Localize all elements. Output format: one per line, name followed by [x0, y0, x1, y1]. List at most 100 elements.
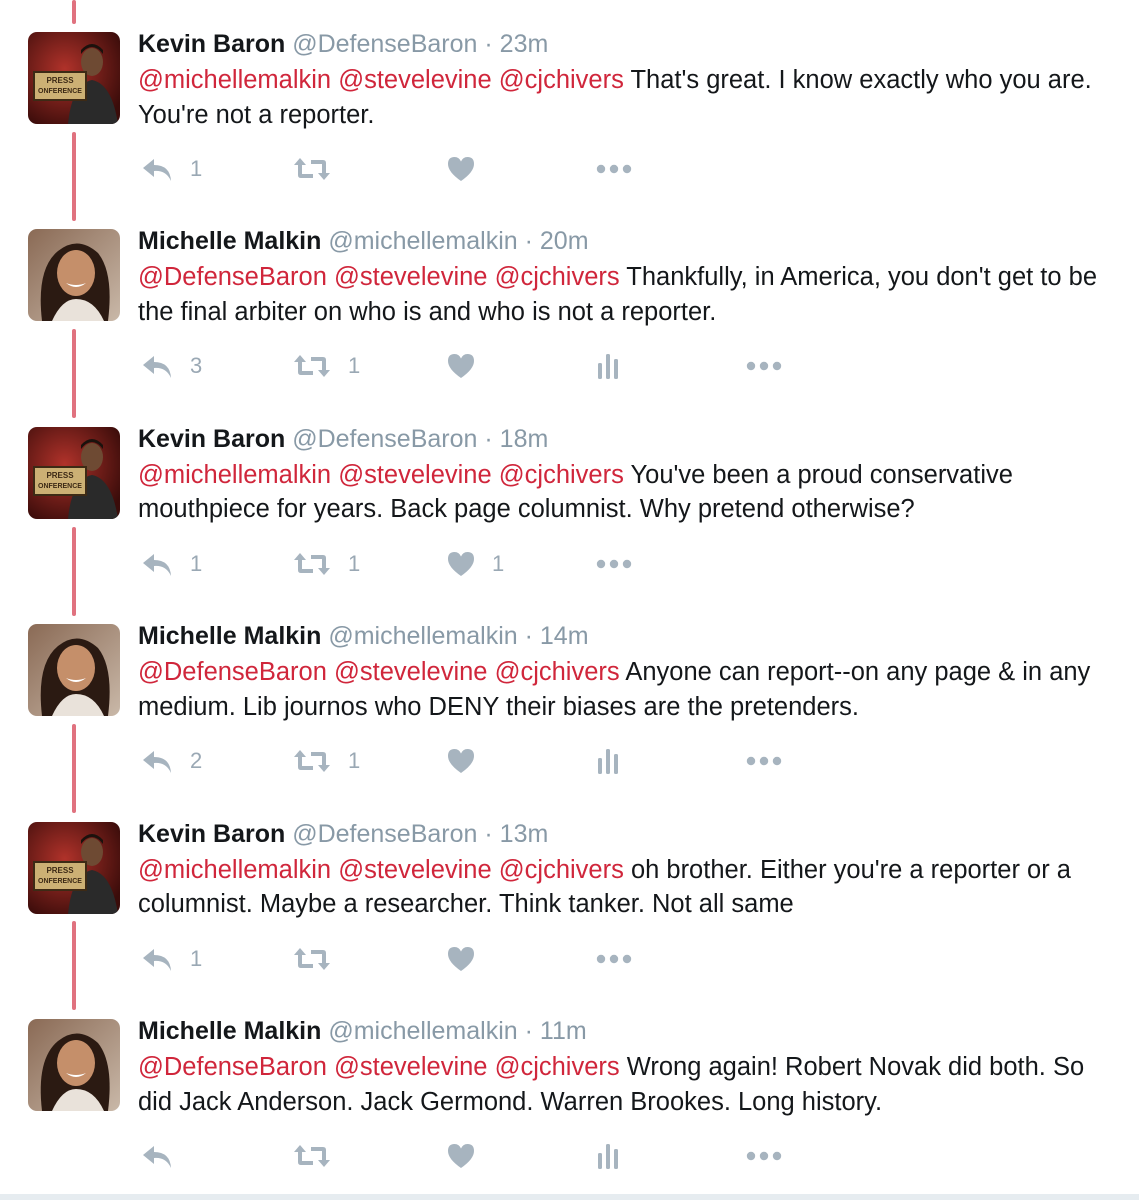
timestamp[interactable]: 13m [500, 820, 549, 848]
analytics-button[interactable] [596, 1139, 620, 1173]
author-handle[interactable]: @michellemalkin [328, 622, 517, 650]
like-icon [446, 944, 476, 974]
tweet: Michelle Malkin @michellemalkin · 20m @De… [0, 197, 1139, 394]
reply-icon [140, 351, 174, 381]
retweet-button[interactable] [292, 1139, 332, 1173]
timestamp[interactable]: 23m [500, 30, 549, 58]
reply-button[interactable]: 1 [140, 547, 202, 581]
retweet-icon [292, 549, 332, 579]
mention-link[interactable]: @michellemalkin [138, 461, 331, 489]
more-button[interactable] [596, 152, 632, 186]
analytics-icon [596, 1141, 620, 1171]
analytics-icon [596, 746, 620, 776]
like-icon [446, 1141, 476, 1171]
mention-link[interactable]: @michellemalkin [138, 856, 331, 884]
author-name[interactable]: Michelle Malkin [138, 227, 321, 255]
svg-text:ONFERENCE: ONFERENCE [38, 88, 82, 95]
author-handle[interactable]: @DefenseBaron [292, 820, 477, 848]
mention-link[interactable]: @DefenseBaron [138, 658, 327, 686]
tweet-text: @DefenseBaron @stevelevine @cjchivers Th… [138, 260, 1113, 329]
reply-count: 1 [190, 156, 203, 181]
avatar[interactable]: PRESS ONFERENCE [28, 426, 120, 519]
mention-link[interactable]: @stevelevine [334, 658, 487, 686]
more-button[interactable] [746, 1139, 782, 1173]
more-icon [596, 556, 632, 572]
retweet-count: 1 [348, 748, 361, 774]
mention-link[interactable]: @stevelevine [338, 461, 491, 489]
timestamp[interactable]: 20m [540, 227, 589, 255]
author-name[interactable]: Kevin Baron [138, 30, 285, 58]
analytics-button[interactable] [596, 349, 620, 383]
more-button[interactable] [596, 942, 632, 976]
mention-link[interactable]: @cjchivers [495, 263, 620, 291]
reply-button[interactable] [140, 1139, 174, 1173]
like-button[interactable] [446, 349, 476, 383]
tweet-actions: 21 [140, 744, 840, 778]
author-handle[interactable]: @DefenseBaron [292, 30, 477, 58]
author-handle[interactable]: @DefenseBaron [292, 425, 477, 453]
avatar[interactable] [28, 1019, 120, 1111]
avatar[interactable]: PRESS ONFERENCE [28, 32, 120, 124]
mention-link[interactable]: @cjchivers [499, 461, 624, 489]
tweet-actions [140, 1139, 840, 1173]
mention-link[interactable]: @DefenseBaron [138, 1053, 327, 1081]
tweet-actions: 1 [140, 942, 840, 976]
tweet: PRESS ONFERENCE Kevin Baron @DefenseBaron … [0, 0, 1139, 197]
timeline-bottom-divider [0, 1194, 1139, 1200]
author-name[interactable]: Kevin Baron [138, 820, 285, 848]
retweet-icon [292, 1141, 332, 1171]
reply-button[interactable]: 2 [140, 744, 202, 778]
mention-link[interactable]: @stevelevine [334, 1053, 487, 1081]
retweet-button[interactable] [292, 942, 332, 976]
more-icon [746, 753, 782, 769]
more-button[interactable] [596, 547, 632, 581]
avatar[interactable]: PRESS ONFERENCE [28, 821, 120, 914]
like-button[interactable] [446, 942, 476, 976]
reply-button[interactable]: 1 [140, 152, 202, 186]
like-button[interactable] [446, 152, 476, 186]
mention-link[interactable]: @michellemalkin [138, 66, 331, 94]
avatar[interactable] [28, 624, 120, 717]
author-handle[interactable]: @michellemalkin [328, 227, 517, 255]
tweet: Michelle Malkin @michellemalkin · 11m @De… [0, 987, 1139, 1184]
retweet-button[interactable]: 1 [292, 547, 360, 581]
like-button[interactable] [446, 744, 476, 778]
timestamp[interactable]: 11m [540, 1017, 587, 1045]
analytics-button[interactable] [596, 744, 620, 778]
timestamp[interactable]: 18m [500, 425, 549, 453]
separator-dot: · [524, 227, 533, 256]
mention-link[interactable]: @stevelevine [338, 856, 491, 884]
separator-dot: · [524, 622, 533, 651]
reply-button[interactable]: 1 [140, 942, 202, 976]
mention-link[interactable]: @DefenseBaron [138, 263, 327, 291]
more-button[interactable] [746, 349, 782, 383]
author-name[interactable]: Michelle Malkin [138, 622, 321, 650]
tweet: Michelle Malkin @michellemalkin · 14m @De… [0, 592, 1139, 789]
like-icon [446, 351, 476, 381]
like-button[interactable] [446, 1139, 476, 1173]
timestamp[interactable]: 14m [540, 622, 589, 650]
mention-link[interactable]: @cjchivers [499, 66, 624, 94]
mention-link[interactable]: @stevelevine [338, 66, 491, 94]
tweet-actions: 31 [140, 349, 840, 383]
author-name[interactable]: Kevin Baron [138, 425, 285, 453]
retweet-icon [292, 944, 332, 974]
retweet-button[interactable]: 1 [292, 744, 360, 778]
mention-link[interactable]: @cjchivers [495, 658, 620, 686]
mention-link[interactable]: @cjchivers [499, 856, 624, 884]
retweet-button[interactable] [292, 152, 332, 186]
reply-icon [140, 746, 174, 776]
reply-button[interactable]: 3 [140, 349, 202, 383]
avatar[interactable] [28, 229, 120, 322]
author-handle[interactable]: @michellemalkin [328, 1017, 517, 1045]
like-button[interactable]: 1 [446, 547, 504, 581]
tweet-text: @DefenseBaron @stevelevine @cjchivers Wr… [138, 1050, 1113, 1119]
reply-icon [140, 549, 174, 579]
mention-link[interactable]: @stevelevine [334, 263, 487, 291]
author-name[interactable]: Michelle Malkin [138, 1017, 321, 1045]
more-button[interactable] [746, 744, 782, 778]
reply-count: 1 [190, 945, 203, 971]
mention-link[interactable]: @cjchivers [495, 1053, 620, 1081]
retweet-button[interactable]: 1 [292, 349, 360, 383]
tweet-header: Michelle Malkin @michellemalkin · 11m [138, 1015, 587, 1047]
